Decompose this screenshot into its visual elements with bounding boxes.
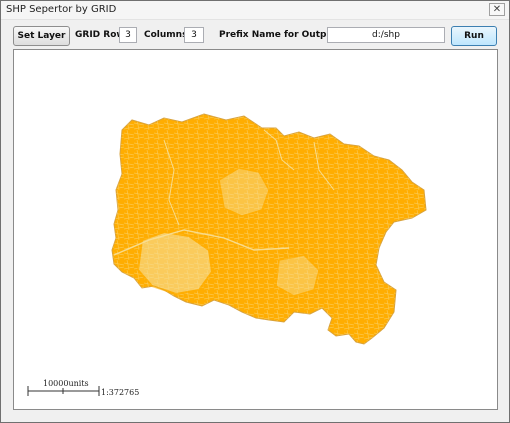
prefix-input[interactable]	[327, 27, 445, 43]
close-button[interactable]: ✕	[489, 3, 505, 16]
scale-ratio: 1:372765	[101, 388, 140, 397]
set-layer-button[interactable]: Set Layer	[13, 26, 70, 46]
columns-label: Columns	[144, 30, 188, 40]
app-window: SHP Sepertor by GRID ✕ Set Layer GRID Ro…	[0, 0, 510, 423]
window-title: SHP Sepertor by GRID	[6, 4, 117, 15]
title-bar: SHP Sepertor by GRID ✕	[1, 1, 509, 20]
region-polygon	[111, 113, 427, 345]
run-button[interactable]: Run	[451, 26, 497, 46]
toolbar: Set Layer GRID Rows Columns Prefix Name …	[1, 20, 509, 50]
columns-input[interactable]	[184, 27, 204, 43]
map-canvas[interactable]: 10000units 1:372765	[13, 49, 498, 410]
map-svg	[27, 113, 427, 396]
grid-rows-input[interactable]	[119, 27, 137, 43]
scale-label: 10000units	[43, 379, 89, 388]
